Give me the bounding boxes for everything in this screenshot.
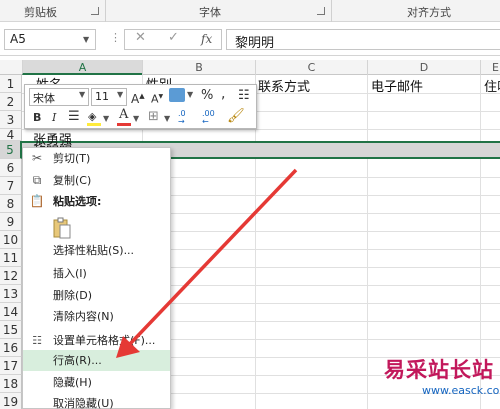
watermark-url: www.easck.com (422, 384, 500, 397)
excel-window: 剪贴板 字体 对齐方式 A5 ▼ ⋮ ✕ ✓ fx 黎明明 A B C D E … (0, 0, 500, 409)
watermark-text: 易采站长站 (384, 357, 494, 382)
annotation-arrow-shaft (126, 168, 298, 348)
watermark: 易采站长站 www.easck.com (382, 354, 500, 409)
annotation-arrow-layer (116, 168, 298, 358)
